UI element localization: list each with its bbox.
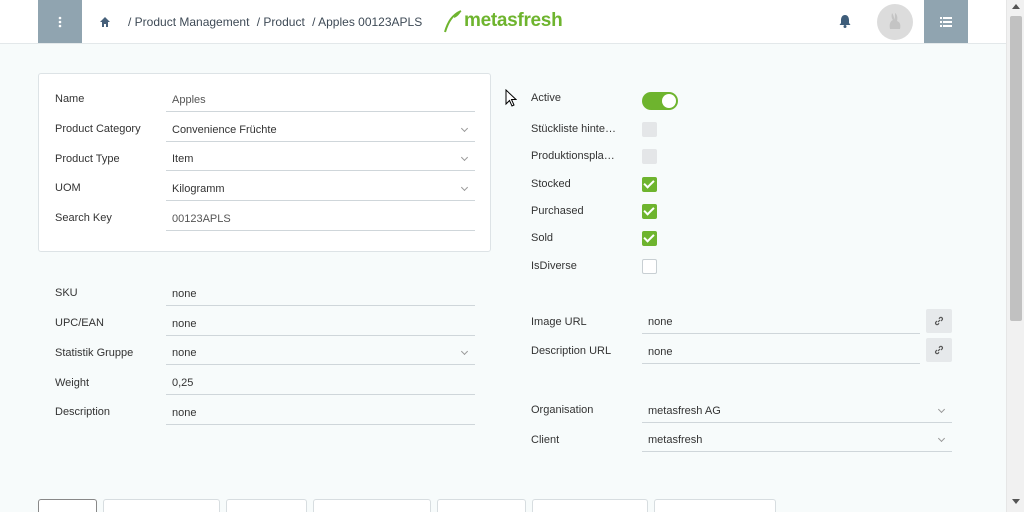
avatar[interactable] [877,4,913,40]
organisation-select[interactable]: metasfresh AG [642,399,952,423]
upc-ean-label: UPC/EAN [55,317,104,329]
breadcrumb: / Product Management / Product / Apples … [128,15,426,29]
image-url-input[interactable]: none [642,310,920,334]
stocked-checkbox[interactable] [642,177,657,192]
product-type-select[interactable]: Item [166,147,475,171]
tab-1[interactable] [38,499,97,512]
tab-6[interactable] [532,499,648,512]
chevron-down-icon [460,153,469,162]
uom-select[interactable]: Kilogramm [166,177,475,201]
tab-2[interactable] [103,499,220,512]
bell-icon[interactable] [838,13,852,29]
logo: metasfresh [442,8,563,34]
description-url-input[interactable]: none [642,340,920,364]
search-key-input[interactable]: 00123APLS [166,207,475,231]
upc-ean-input[interactable]: none [166,312,475,336]
product-category-select[interactable]: Convenience Früchte [166,118,475,142]
product-category-label: Product Category [55,123,141,135]
statistik-gruppe-value: none [172,347,197,359]
image-url-value: none [648,316,673,328]
chevron-down-icon [937,434,946,443]
name-value: Apples [172,94,206,106]
search-key-label: Search Key [55,212,112,224]
description-url-label: Description URL [531,345,612,357]
sku-label: SKU [55,287,78,299]
breadcrumb-product-management[interactable]: / Product Management [128,15,249,29]
breadcrumb-product[interactable]: / Product [257,15,305,29]
leaf-logo-icon [444,10,462,33]
uom-value: Kilogramm [172,183,225,195]
sold-checkbox[interactable] [642,231,657,246]
stueckliste-checkbox [642,122,657,137]
tab-5[interactable] [437,499,526,512]
client-label: Client [531,434,560,446]
organisation-value: metasfresh AG [648,405,721,417]
link-icon [934,316,944,326]
stueckliste-label: Stückliste hinte… [531,123,616,135]
name-label: Name [55,93,85,105]
description-label: Description [55,406,111,418]
list-icon [940,16,952,27]
toggle-knob [662,94,676,108]
scroll-thumb[interactable] [1010,16,1022,321]
link-icon [934,345,944,355]
home-icon[interactable] [98,15,112,29]
isdiverse-checkbox[interactable] [642,259,657,274]
scroll-up-arrow-icon[interactable] [1012,4,1020,9]
logo-text: metasfresh [464,10,563,31]
search-key-value: 00123APLS [172,213,231,225]
tab-7[interactable] [654,499,776,512]
image-url-link-button[interactable] [926,309,952,333]
page-scrollbar[interactable] [1006,0,1024,512]
produktionsplan-checkbox [642,149,657,164]
tab-4[interactable] [313,499,431,512]
product-category-value: Convenience Früchte [172,124,277,136]
breadcrumb-record[interactable]: / Apples 00123APLS [312,15,422,29]
active-label: Active [531,92,561,104]
client-value: metasfresh [648,434,703,446]
stocked-label: Stocked [531,178,571,190]
uom-label: UOM [55,182,81,194]
mouse-cursor-icon [505,89,517,107]
chevron-down-icon [460,183,469,192]
statistik-gruppe-select[interactable]: none [166,341,475,365]
chevron-down-icon [937,405,946,414]
top-header: / Product Management / Product / Apples … [0,0,1006,44]
scroll-down-arrow-icon[interactable] [1012,499,1020,504]
description-value: none [172,407,197,419]
sku-input[interactable]: none [166,282,475,306]
description-url-value: none [648,346,673,358]
description-url-link-button[interactable] [926,338,952,362]
statistik-gruppe-label: Statistik Gruppe [55,347,134,359]
weight-input[interactable]: 0,25 [166,371,475,395]
image-url-label: Image URL [531,316,587,328]
active-toggle[interactable] [642,92,678,110]
description-input[interactable]: none [166,401,475,425]
weight-label: Weight [55,377,90,389]
name-input[interactable]: Apples [166,88,475,112]
sku-value: none [172,288,197,300]
menu-button[interactable] [38,0,82,43]
client-select[interactable]: metasfresh [642,428,952,452]
organisation-label: Organisation [531,404,594,416]
upc-ean-value: none [172,318,197,330]
produktionsplan-label: Produktionspla… [531,150,615,162]
product-type-label: Product Type [55,153,120,165]
purchased-checkbox[interactable] [642,204,657,219]
vertical-dots-icon [58,16,62,27]
tab-3[interactable] [226,499,307,512]
isdiverse-label: IsDiverse [531,260,577,272]
purchased-label: Purchased [531,205,584,217]
weight-value: 0,25 [172,377,194,389]
chevron-down-icon [460,124,469,133]
rabbit-icon [889,13,901,29]
sold-label: Sold [531,232,554,244]
chevron-down-icon [460,347,469,356]
side-list-button[interactable] [924,0,968,43]
product-type-value: Item [172,153,194,165]
